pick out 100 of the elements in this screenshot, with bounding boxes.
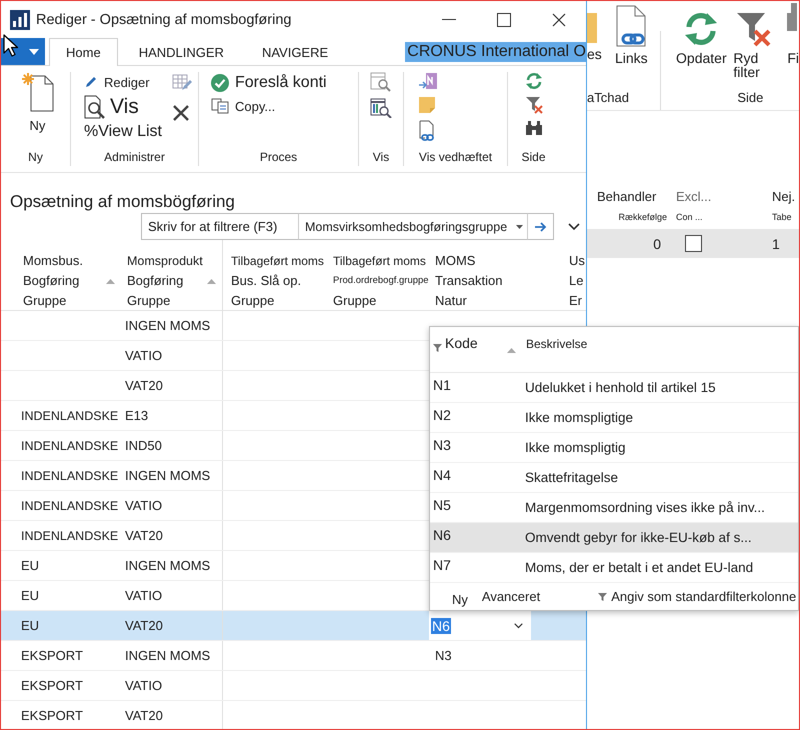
filter-icon <box>598 592 608 600</box>
table-cell-text: N1 <box>432 376 452 392</box>
field-dropdown[interactable]: Momsvirksomhedsbogføringsgruppe <box>299 213 528 240</box>
group-label: Vis vedhæftet <box>418 150 494 166</box>
table-edit-icon[interactable] <box>172 74 192 92</box>
table-cell: E13 <box>125 408 148 423</box>
page-button[interactable]: es <box>587 1 607 61</box>
caret-icon <box>29 48 39 54</box>
lookup-row[interactable]: N3 Ikke momspligtig <box>430 433 798 463</box>
column-header[interactable]: Us Le Er <box>569 251 586 311</box>
document-link-icon[interactable] <box>418 120 436 142</box>
suggest-accounts-button[interactable]: Foreslå konti <box>211 72 358 94</box>
table-cell: INDENLANDSKE <box>21 408 118 422</box>
table-cell: EU <box>21 558 40 573</box>
table-cell-text: N6 <box>432 526 452 542</box>
group-label: Ny <box>27 150 44 166</box>
table-row[interactable]: EKSPORT VAT20 <box>1 701 586 729</box>
table-row[interactable]: 0 1 <box>587 229 799 258</box>
table-cell-text: N7 <box>432 556 452 572</box>
lookup-row[interactable]: N1 Udelukket i henhold til artikel 15 <box>430 373 798 403</box>
table-cell: INGEN MOMS <box>125 558 210 573</box>
clear-filter-icon[interactable] <box>524 96 542 114</box>
arrow-right-icon <box>534 222 546 232</box>
clear-filter-button[interactable]: Ryd filter <box>733 1 774 79</box>
set-default-filter-button[interactable]: Angiv som standardfilterkolonne <box>598 589 796 604</box>
table-row[interactable]: EU VAT20 N6 <box>1 611 586 641</box>
copy-button[interactable]: Copy... <box>211 96 358 116</box>
new-link[interactable]: Ny <box>452 592 468 607</box>
table-cell: INGEN MOMS <box>125 648 210 663</box>
refresh-icon <box>683 11 720 47</box>
advanced-link[interactable]: Avanceret <box>482 589 540 604</box>
table-cell: VATIO <box>125 498 162 513</box>
lookup-row[interactable]: N6 Omvendt gebyr for ikke-EU-køb af s... <box>430 523 798 553</box>
sort-icon[interactable] <box>207 278 216 284</box>
maximize-icon <box>496 12 510 26</box>
tab[interactable]: HANDLINGER <box>122 39 241 65</box>
column-header[interactable]: Behandler Rækkefølge <box>587 187 671 229</box>
table-cell: N3 <box>435 648 452 663</box>
table-cell: EU <box>21 588 40 603</box>
table-cell: INDENLANDSKE <box>21 528 118 542</box>
group-label: aTchad <box>587 90 630 106</box>
edit-button[interactable]: Rediger <box>84 72 162 92</box>
column-header[interactable]: Nej. Tabe <box>763 187 799 229</box>
group-label: Administrer <box>103 150 166 166</box>
column-header[interactable]: Momsbus. Bogføring Gruppe <box>23 251 104 311</box>
table-cell: VATIO <box>125 588 162 603</box>
group-label: Vis <box>372 150 390 166</box>
table-cell: INGEN MOMS <box>125 318 210 333</box>
tab[interactable]: Home <box>49 38 118 66</box>
refresh-button[interactable]: Opdater <box>675 1 728 65</box>
column-header[interactable]: Tilbageført moms Bus. Slå op. Gruppe <box>231 251 327 311</box>
table-cell: EKSPORT <box>21 678 83 693</box>
table-cell: IND50 <box>125 438 162 453</box>
toolbar-button[interactable]: Fi <box>787 1 799 65</box>
table-cell: VATIO <box>125 678 162 693</box>
column-header[interactable]: MOMS Transaktion Natur <box>435 251 531 311</box>
lookup-row[interactable]: N4 Skattefritagelse <box>430 463 798 493</box>
binoculars-icon[interactable] <box>524 120 542 136</box>
window-title: Rediger - Opsætning af momsbogføring <box>36 12 292 28</box>
column-header[interactable]: Tilbageført moms Prod.ordrebogf.gruppe Gruppe <box>333 251 429 311</box>
table-cell: INDENLANDSKE <box>21 468 118 482</box>
table-cell: EU <box>21 618 40 633</box>
app-icon <box>10 10 30 30</box>
chevron-down-icon[interactable] <box>568 222 580 230</box>
column-header[interactable]: Excl... Con ... <box>671 187 763 229</box>
magnifier-document-icon <box>84 95 106 119</box>
view-button[interactable]: Vis <box>84 92 162 122</box>
list-search-icon[interactable] <box>370 98 392 118</box>
table-cell-text: 0 <box>652 236 661 252</box>
delete-icon[interactable] <box>172 104 190 122</box>
minimize-icon <box>442 19 456 20</box>
filter-field[interactable]: Skriv for at filtrere (F3) <box>141 213 299 240</box>
view-list-button[interactable]: %View List <box>84 122 162 142</box>
tab[interactable]: NAVIGERE <box>244 39 346 65</box>
document-search-icon[interactable] <box>370 72 392 92</box>
filter-icon[interactable] <box>433 344 442 352</box>
table-cell: VAT20 <box>125 378 163 393</box>
note-icon <box>587 13 597 43</box>
table-cell: INGEN MOMS <box>125 468 210 483</box>
table-cell-text: N3 <box>432 436 452 452</box>
apply-filter-button[interactable] <box>528 213 554 240</box>
lookup-row[interactable]: N7 Moms, der er betalt i et andet EU-land <box>430 553 798 583</box>
table-row[interactable]: EKSPORT INGEN MOMS N3 <box>1 641 586 671</box>
lookup-row[interactable]: N2 Ikke momspligtige <box>430 403 798 433</box>
sort-icon[interactable] <box>106 278 115 284</box>
notebook-icon[interactable] <box>418 72 438 90</box>
column-header[interactable]: Momsprodukt Bogføring Gruppe <box>127 251 205 311</box>
table-cell: INDENLANDSKE <box>21 438 118 452</box>
table-cell: EKSPORT <box>21 708 83 723</box>
checkbox[interactable] <box>685 235 702 252</box>
links-button[interactable]: Links <box>615 1 648 65</box>
chevron-down-icon <box>514 622 523 628</box>
document-link-icon <box>615 5 648 47</box>
refresh-icon[interactable] <box>524 72 542 90</box>
group-label: Side <box>520 150 547 166</box>
dropdown-field[interactable]: N6 <box>431 611 531 640</box>
sort-icon[interactable] <box>507 348 516 353</box>
new-button[interactable]: Ny <box>16 72 54 136</box>
table-row[interactable]: EKSPORT VATIO <box>1 671 586 701</box>
copy-icon <box>211 98 229 114</box>
